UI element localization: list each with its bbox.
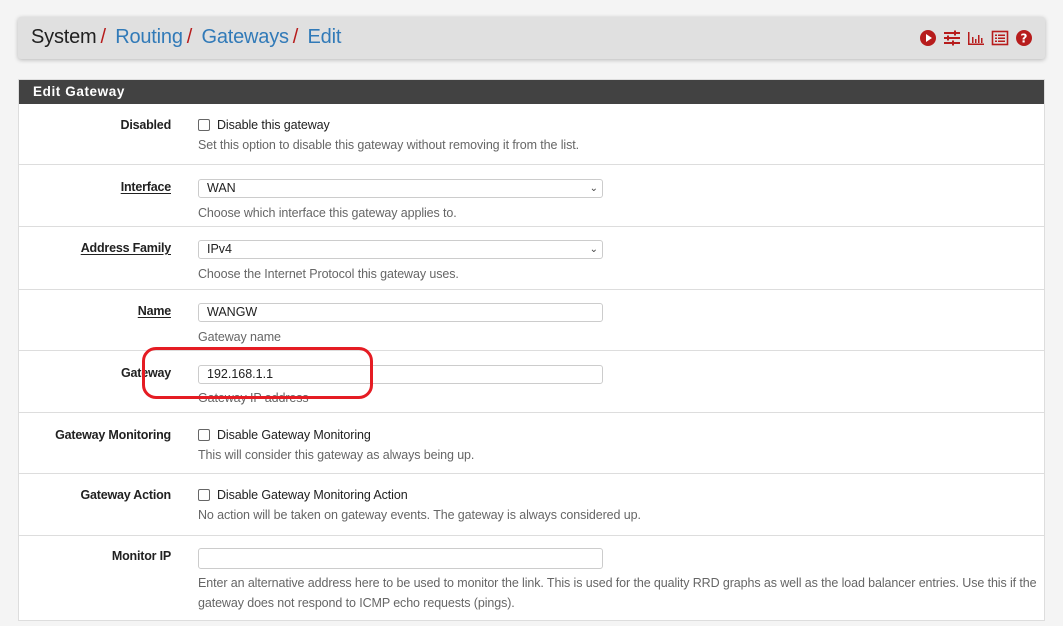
sliders-icon[interactable] xyxy=(943,29,961,47)
disable-monitoring-action-checkbox-line[interactable]: Disable Gateway Monitoring Action xyxy=(198,488,1034,502)
monitor-ip-help: Enter an alternative address here to be … xyxy=(198,576,1037,610)
name-input[interactable]: WANGW xyxy=(198,303,603,322)
breadcrumb-system: System xyxy=(31,26,97,48)
gateway-label: Gateway xyxy=(120,366,171,380)
gateway-input[interactable]: 192.168.1.1 xyxy=(198,365,603,384)
disable-monitoring-action-checkbox-label: Disable Gateway Monitoring Action xyxy=(217,488,408,502)
panel-title: Edit Gateway xyxy=(19,80,1044,104)
disabled-help: Set this option to disable this gateway … xyxy=(198,138,579,152)
disable-monitoring-checkbox-line[interactable]: Disable Gateway Monitoring xyxy=(198,428,1034,442)
gateway-help: Gateway IP address xyxy=(198,391,309,405)
row-gateway-monitoring: Gateway Monitoring Disable Gateway Monit… xyxy=(19,413,1044,474)
toolbar-icons: ? xyxy=(919,29,1033,47)
interface-select-value: WAN xyxy=(207,181,236,195)
disable-monitoring-checkbox[interactable] xyxy=(198,429,210,441)
chevron-down-icon: ⌄ xyxy=(589,244,598,255)
gateway-input-value: 192.168.1.1 xyxy=(207,367,274,381)
row-monitor-ip: Monitor IP Enter an alternative address … xyxy=(19,536,1044,626)
interface-select[interactable]: WAN ⌄ xyxy=(198,179,603,198)
disable-gateway-checkbox-label: Disable this gateway xyxy=(217,118,330,132)
row-gateway-action: Gateway Action Disable Gateway Monitorin… xyxy=(19,474,1044,536)
breadcrumb-routing[interactable]: Routing xyxy=(115,26,183,48)
address-family-label[interactable]: Address Family xyxy=(19,241,171,255)
row-name: Name WANGW Gateway name xyxy=(19,290,1044,351)
disable-monitoring-checkbox-label: Disable Gateway Monitoring xyxy=(217,428,371,442)
monitor-ip-input[interactable] xyxy=(198,548,603,569)
disable-gateway-checkbox-line[interactable]: Disable this gateway xyxy=(198,118,1034,132)
row-disabled: Disabled Disable this gateway Set this o… xyxy=(19,104,1044,165)
interface-label[interactable]: Interface xyxy=(19,180,172,194)
breadcrumb-bar: System / Routing / Gateways / Edit ? xyxy=(18,17,1045,59)
breadcrumb-separator: / xyxy=(186,26,193,48)
breadcrumb-separator: / xyxy=(292,26,299,48)
gateway-action-label: Gateway Action xyxy=(80,488,171,502)
edit-gateway-panel: Edit Gateway Disabled Disable this gatew… xyxy=(18,79,1045,621)
gateway-action-help: No action will be taken on gateway event… xyxy=(198,508,641,522)
breadcrumb: System / Routing / Gateways / Edit xyxy=(31,26,341,49)
disabled-label: Disabled xyxy=(120,118,172,132)
address-family-help: Choose the Internet Protocol this gatewa… xyxy=(198,267,459,281)
row-gateway: Gateway 192.168.1.1 Gateway IP address xyxy=(19,351,1044,413)
disable-monitoring-action-checkbox[interactable] xyxy=(198,489,210,501)
gateway-monitoring-label: Gateway Monitoring xyxy=(55,428,171,442)
interface-help: Choose which interface this gateway appl… xyxy=(198,206,457,220)
breadcrumb-separator: / xyxy=(100,26,106,48)
breadcrumb-gateways[interactable]: Gateways xyxy=(201,26,289,48)
monitor-ip-label: Monitor IP xyxy=(111,549,171,563)
chart-icon[interactable] xyxy=(967,29,985,47)
play-icon[interactable] xyxy=(919,29,937,47)
address-family-select[interactable]: IPv4 ⌄ xyxy=(198,240,603,259)
row-interface: Interface WAN ⌄ Choose which interface t… xyxy=(19,165,1044,227)
list-icon[interactable] xyxy=(991,29,1009,47)
row-address-family: Address Family IPv4 ⌄ Choose the Interne… xyxy=(19,227,1044,290)
breadcrumb-edit[interactable]: Edit xyxy=(308,26,342,48)
name-help: Gateway name xyxy=(198,330,281,344)
name-input-value: WANGW xyxy=(207,305,258,319)
help-icon[interactable]: ? xyxy=(1015,29,1033,47)
gateway-monitoring-help: This will consider this gateway as alway… xyxy=(198,448,475,462)
svg-text:?: ? xyxy=(1021,32,1028,46)
address-family-select-value: IPv4 xyxy=(207,242,233,256)
disable-gateway-checkbox[interactable] xyxy=(198,119,210,131)
chevron-down-icon: ⌄ xyxy=(589,183,598,194)
name-label[interactable]: Name xyxy=(19,304,171,318)
